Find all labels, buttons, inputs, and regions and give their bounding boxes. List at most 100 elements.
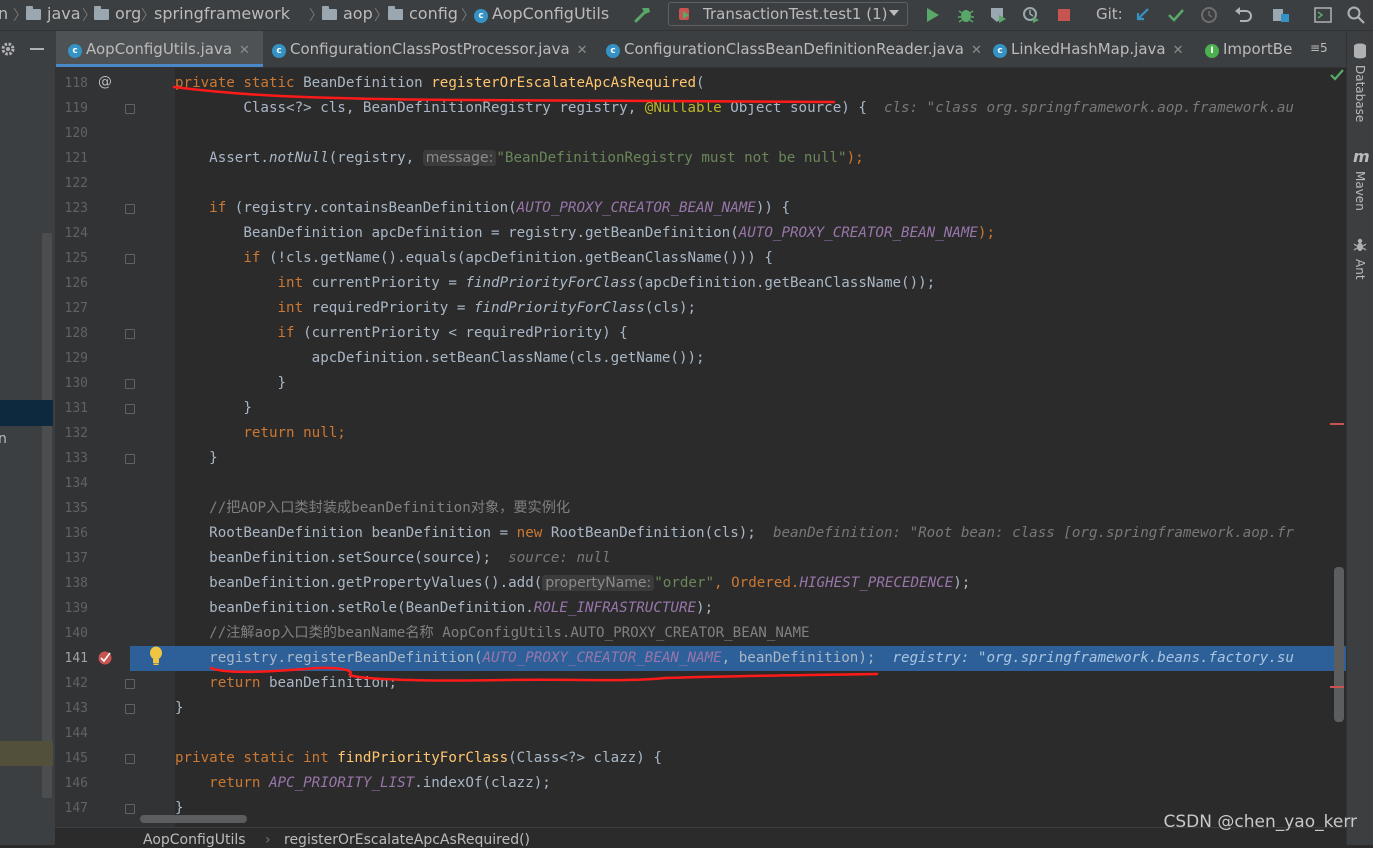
code-line-138[interactable]: beanDefinition.getPropertyValues().add(p…: [175, 571, 970, 596]
line-number[interactable]: 125: [55, 246, 88, 271]
breadcrumb-item[interactable]: springframework: [154, 4, 290, 23]
line-number[interactable]: 121: [55, 146, 88, 171]
line-number[interactable]: 142: [55, 671, 88, 696]
database-tool-button[interactable]: Database: [1353, 65, 1367, 122]
code-line-130[interactable]: }: [175, 371, 286, 396]
database-icon[interactable]: [1353, 43, 1367, 59]
git-update-icon[interactable]: [1133, 5, 1153, 25]
line-number[interactable]: 119: [55, 96, 88, 121]
code-line-145[interactable]: private static int findPriorityForClass(…: [175, 746, 662, 771]
line-number[interactable]: 130: [55, 371, 88, 396]
code-line-146[interactable]: return APC_PRIORITY_LIST.indexOf(clazz);: [175, 771, 551, 796]
code-line-123[interactable]: if (registry.containsBeanDefinition(AUTO…: [175, 196, 790, 221]
fold-marker-icon[interactable]: [125, 204, 135, 214]
code-line-125[interactable]: if (!cls.getName().equals(apcDefinition.…: [175, 246, 773, 271]
fold-marker-icon[interactable]: [125, 704, 135, 714]
line-number[interactable]: 123: [55, 196, 88, 221]
git-history-icon[interactable]: [1199, 5, 1219, 25]
maven-tool-button[interactable]: Maven: [1353, 171, 1367, 211]
code-line-131[interactable]: }: [175, 396, 252, 421]
profiler-icon[interactable]: [1021, 5, 1041, 25]
code-line-121[interactable]: Assert.notNull(registry, message: "BeanDe…: [175, 146, 864, 171]
line-number[interactable]: 124: [55, 221, 88, 246]
code-line-128[interactable]: if (currentPriority < requiredPriority) …: [175, 321, 627, 346]
run-icon[interactable]: [922, 5, 942, 25]
line-number[interactable]: 146: [55, 771, 88, 796]
line-number[interactable]: 120: [55, 121, 88, 146]
project-tree-item-fragment[interactable]: n: [0, 431, 7, 447]
line-number[interactable]: 143: [55, 696, 88, 721]
project-scrollbar[interactable]: [42, 233, 52, 798]
terminal-icon[interactable]: [1313, 5, 1333, 25]
build-hammer-icon[interactable]: [633, 5, 653, 25]
line-number[interactable]: 131: [55, 396, 88, 421]
close-icon[interactable]: ✕: [1173, 43, 1184, 58]
editor-scrollbar[interactable]: [1334, 567, 1344, 722]
code-line-137[interactable]: beanDefinition.setSource(source); source…: [175, 546, 610, 571]
gear-icon[interactable]: [0, 41, 16, 57]
breadcrumb-item[interactable]: org: [94, 4, 141, 23]
tab-importbeandefinitionregistrar[interactable]: I ImportBe: [1205, 31, 1305, 67]
fold-marker-icon[interactable]: [125, 104, 135, 114]
code-line-119[interactable]: Class<?> cls, BeanDefinitionRegistry reg…: [175, 96, 1294, 121]
breadcrumb-item[interactable]: java: [26, 4, 81, 23]
code-line-118[interactable]: private static BeanDefinition registerOr…: [175, 71, 705, 96]
minimize-icon[interactable]: [30, 48, 44, 50]
line-number[interactable]: 133: [55, 446, 88, 471]
horizontal-scrollbar[interactable]: [140, 815, 247, 823]
code-line-133[interactable]: }: [175, 446, 218, 471]
breadcrumb-item[interactable]: c AopConfigUtils: [474, 4, 609, 23]
editor-breadcrumb-method[interactable]: registerOrEscalateApcAsRequired(): [284, 832, 530, 848]
override-marker-icon[interactable]: @: [98, 74, 112, 90]
tab-configurationclasspostprocessor[interactable]: c ConfigurationClassPostProcessor.java ✕: [272, 31, 588, 67]
code-line-141[interactable]: registry.registerBeanDefinition(AUTO_PRO…: [175, 646, 1345, 671]
line-number[interactable]: 134: [55, 471, 88, 496]
line-number[interactable]: 138: [55, 571, 88, 596]
line-number[interactable]: 127: [55, 296, 88, 321]
line-number[interactable]: 136: [55, 521, 88, 546]
debug-icon[interactable]: [956, 5, 976, 25]
breadcrumb-item[interactable]: config: [388, 4, 458, 23]
project-tree-selection[interactable]: [0, 400, 53, 426]
code-line-139[interactable]: beanDefinition.setRole(BeanDefinition.RO…: [175, 596, 713, 621]
line-number[interactable]: 139: [55, 596, 88, 621]
git-commit-icon[interactable]: [1166, 5, 1186, 25]
fold-marker-icon[interactable]: [125, 454, 135, 464]
stop-icon[interactable]: [1054, 5, 1074, 25]
project-tree-highlight[interactable]: [0, 741, 53, 766]
project-structure-icon[interactable]: [1271, 5, 1291, 25]
fold-marker-icon[interactable]: [125, 254, 135, 264]
line-number[interactable]: 144: [55, 721, 88, 746]
line-number[interactable]: 126: [55, 271, 88, 296]
code-line-136[interactable]: RootBeanDefinition beanDefinition = new …: [175, 521, 1294, 546]
line-number[interactable]: 147: [55, 796, 88, 821]
search-everywhere-icon[interactable]: [1346, 5, 1366, 25]
code-line-126[interactable]: int currentPriority = findPriorityForCla…: [175, 271, 935, 296]
fold-marker-icon[interactable]: [125, 404, 135, 414]
close-icon[interactable]: ✕: [577, 43, 588, 58]
line-number[interactable]: 137: [55, 546, 88, 571]
lightbulb-icon[interactable]: [148, 646, 164, 666]
code-line-142[interactable]: return beanDefinition;: [175, 671, 397, 696]
code-line-129[interactable]: apcDefinition.setBeanClassName(cls.getNa…: [175, 346, 705, 371]
tab-configurationclassbeandefinitionreader[interactable]: c ConfigurationClassBeanDefinitionReader.…: [606, 31, 982, 67]
run-configuration-select[interactable]: TransactionTest.test1 (1): [668, 2, 908, 26]
code-line-143[interactable]: }: [175, 696, 184, 721]
coverage-icon[interactable]: [988, 5, 1008, 25]
code-line-132[interactable]: return null;: [175, 421, 346, 446]
code-line-127[interactable]: int requiredPriority = findPriorityForCl…: [175, 296, 696, 321]
breakpoint-icon[interactable]: [97, 650, 113, 666]
fold-marker-icon[interactable]: [125, 804, 135, 814]
line-number[interactable]: 122: [55, 171, 88, 196]
error-stripe-marker[interactable]: [1330, 423, 1344, 425]
line-number[interactable]: 141: [55, 646, 88, 671]
line-number[interactable]: 128: [55, 321, 88, 346]
close-icon[interactable]: ✕: [239, 43, 250, 58]
fold-marker-icon[interactable]: [125, 379, 135, 389]
fold-marker-icon[interactable]: [125, 754, 135, 764]
code-line-140[interactable]: //注解aop入口类的beanName名称 AopConfigUtils.AUT…: [175, 621, 809, 646]
breadcrumb-item[interactable]: n: [0, 4, 8, 23]
fold-marker-icon[interactable]: [125, 679, 135, 689]
line-number[interactable]: 135: [55, 496, 88, 521]
line-number[interactable]: 145: [55, 746, 88, 771]
